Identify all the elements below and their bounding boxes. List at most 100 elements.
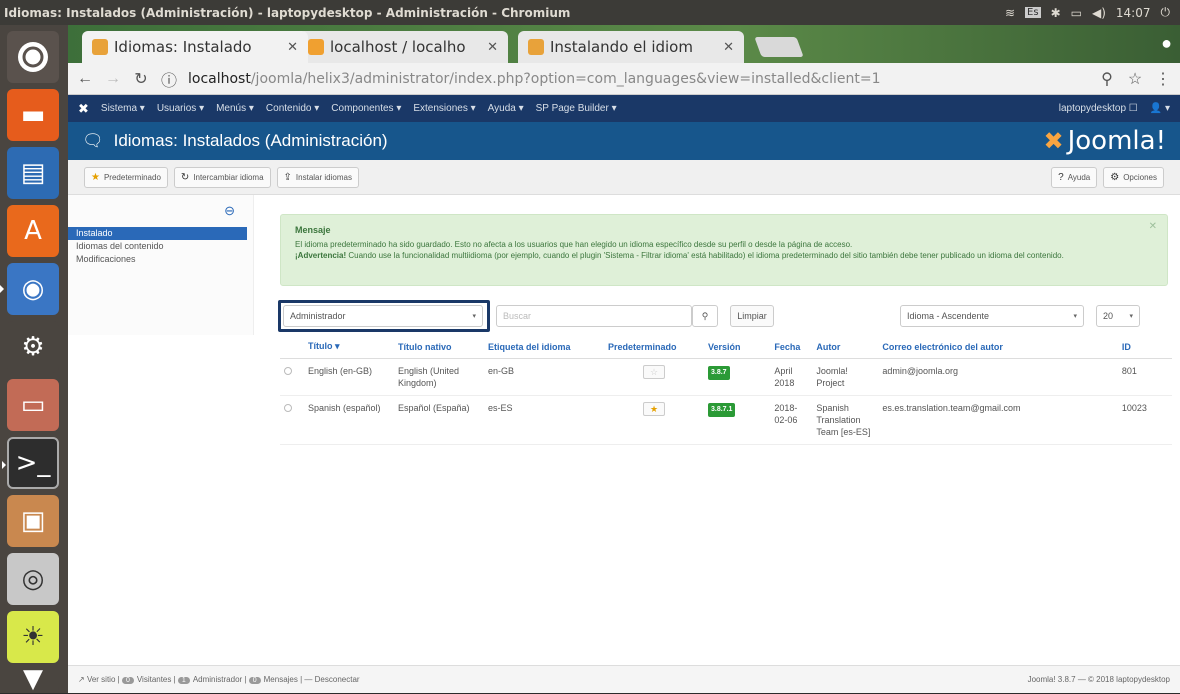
col-author-email[interactable]: Correo electrónico del autor: [878, 335, 1118, 359]
sidebar-item-installed[interactable]: Instalado: [68, 227, 247, 240]
software-center-icon[interactable]: A: [7, 205, 59, 257]
col-default[interactable]: Predeterminado: [604, 335, 704, 359]
search-input[interactable]: Buscar: [496, 305, 692, 327]
browser-window: Idiomas: Instalado ✕ localhost / localho…: [68, 25, 1180, 693]
view-site-link[interactable]: ↗ Ver sitio: [78, 675, 115, 684]
logout-link[interactable]: — Desconectar: [304, 675, 359, 684]
settings-icon[interactable]: ⚙: [7, 321, 59, 373]
volume-icon[interactable]: ◀): [1092, 6, 1106, 20]
menu-icon[interactable]: ⋮: [1154, 69, 1172, 89]
chromium-icon[interactable]: ◉: [0, 263, 59, 315]
tab-installing-language[interactable]: Instalando el idiom ✕: [518, 31, 744, 63]
visitors-link[interactable]: 0 Visitantes: [121, 675, 171, 684]
nav-content[interactable]: Contenido ▾: [266, 103, 319, 114]
cell-email: admin@joomla.org: [878, 358, 1118, 396]
trash-icon[interactable]: ▼: [7, 664, 59, 694]
bookmark-star-icon[interactable]: ☆: [1126, 69, 1144, 89]
cell-tag: en-GB: [484, 358, 604, 396]
cell-native: Español (España): [394, 395, 484, 445]
options-button[interactable]: ⚙ Opciones: [1103, 166, 1164, 188]
chevron-down-icon: ▾: [1129, 313, 1133, 320]
back-icon[interactable]: ←: [76, 70, 94, 88]
info-icon[interactable]: ⓘ: [160, 67, 178, 91]
switch-language-button[interactable]: ↻ Intercambiar idioma: [173, 166, 271, 188]
messages-label: Mensajes: [263, 675, 298, 684]
brightness-icon[interactable]: ☀: [7, 611, 59, 663]
window-title: Idiomas: Instalados (Administración) - l…: [4, 5, 571, 20]
admins-link[interactable]: 1 Administrador: [177, 675, 242, 684]
col-title[interactable]: Título ▾: [304, 335, 394, 359]
clear-button[interactable]: Limpiar: [730, 305, 774, 327]
sidebar-toggle-icon[interactable]: ⊖: [224, 203, 235, 219]
sidebar-item-content-languages[interactable]: Idiomas del contenido: [76, 240, 247, 253]
install-languages-button[interactable]: ⇪ Instalar idiomas: [276, 166, 359, 188]
address-bar[interactable]: localhost/joomla/helix3/administrator/in…: [188, 67, 1088, 91]
address-host: localhost: [188, 70, 251, 87]
keyboard-icon[interactable]: Es: [1025, 7, 1041, 18]
nav-users[interactable]: Usuarios ▾: [157, 103, 204, 114]
reload-icon[interactable]: ↻: [132, 69, 150, 89]
col-version[interactable]: Versión: [704, 335, 771, 359]
upload-icon: ⇪: [283, 171, 292, 183]
search-placeholder: Buscar: [503, 311, 532, 321]
close-tab-icon[interactable]: ✕: [715, 40, 734, 55]
close-tab-icon[interactable]: ✕: [479, 40, 498, 55]
terminal-icon[interactable]: >_: [2, 437, 59, 489]
sidebar-item-overrides[interactable]: Modificaciones: [76, 253, 247, 266]
col-native-title[interactable]: Título nativo: [394, 335, 484, 359]
power-icon[interactable]: ⏻: [1161, 5, 1171, 20]
nav-help[interactable]: Ayuda ▾: [488, 103, 524, 114]
row-radio[interactable]: [284, 404, 292, 412]
address-path: /joomla/helix3/administrator/index.php?o…: [250, 70, 881, 87]
search-button[interactable]: ⚲: [692, 305, 718, 327]
camera-icon[interactable]: ◎: [7, 553, 59, 605]
nav-menus[interactable]: Menús ▾: [216, 103, 254, 114]
row-radio[interactable]: [284, 367, 292, 375]
package-icon[interactable]: ▣: [7, 495, 59, 547]
gear-icon: ⚙: [1110, 171, 1120, 183]
default-star-toggle[interactable]: ☆: [643, 365, 665, 379]
default-star-toggle[interactable]: ★: [643, 402, 665, 416]
client-select[interactable]: Administrador ▾: [283, 305, 483, 327]
archive-icon[interactable]: ▭: [7, 379, 59, 431]
tab-strip: Idiomas: Instalado ✕ localhost / localho…: [68, 25, 1180, 63]
help-button[interactable]: ? Ayuda: [1051, 166, 1098, 188]
limit-select[interactable]: 20 ▾: [1096, 305, 1140, 327]
writer-icon[interactable]: ▤: [7, 147, 59, 199]
status-bar: ↗ Ver sitio | 0 Visitantes | 1 Administrad…: [68, 665, 1180, 693]
col-date[interactable]: Fecha: [770, 335, 813, 359]
close-tab-icon[interactable]: ✕: [279, 40, 298, 55]
messages-link[interactable]: 0 Mensajes: [248, 675, 298, 684]
submenu-sidebar: ⊖ Instalado Idiomas del contenido Modifi…: [68, 195, 254, 335]
bluetooth-icon[interactable]: ✱: [1051, 6, 1061, 20]
nav-sp-page-builder[interactable]: SP Page Builder ▾: [536, 103, 617, 114]
clock[interactable]: 14:07: [1116, 6, 1151, 20]
nav-system[interactable]: Sistema ▾: [101, 103, 145, 114]
user-menu[interactable]: 👤 ▾: [1150, 103, 1170, 114]
battery-icon[interactable]: ▭: [1071, 6, 1082, 20]
zoom-icon[interactable]: ⚲: [1098, 69, 1116, 89]
files-icon[interactable]: ▬: [7, 89, 59, 141]
col-id[interactable]: ID: [1117, 335, 1172, 359]
clear-label: Limpiar: [737, 311, 767, 321]
site-link[interactable]: laptopydesktop ☐: [1059, 103, 1138, 114]
cell-default: ★: [604, 395, 704, 445]
nav-extensions[interactable]: Extensiones ▾: [413, 103, 475, 114]
joomla-menu-logo-icon[interactable]: ✖: [78, 101, 89, 117]
forward-icon[interactable]: →: [104, 70, 122, 88]
ordering-select[interactable]: Idioma - Ascendente ▾: [900, 305, 1084, 327]
new-tab-button[interactable]: [754, 37, 804, 57]
nav-components[interactable]: Componentes ▾: [331, 103, 401, 114]
question-icon: ?: [1058, 171, 1064, 183]
col-author[interactable]: Autor: [812, 335, 879, 359]
profile-icon[interactable]: ●: [1161, 33, 1172, 54]
table-row: Spanish (español) Español (España) es-ES…: [280, 395, 1172, 445]
default-button[interactable]: ★ Predeterminado: [84, 166, 168, 188]
filter-bar: Administrador ▾ Buscar ⚲ Limpiar Idioma -…: [278, 300, 1173, 332]
tab-phpmyadmin[interactable]: localhost / localho ✕: [298, 31, 508, 63]
tab-languages[interactable]: Idiomas: Instalado ✕: [82, 31, 308, 63]
close-icon[interactable]: ✕: [1149, 221, 1157, 232]
wifi-icon[interactable]: ≋: [1005, 6, 1015, 20]
col-tag[interactable]: Etiqueta del idioma: [484, 335, 604, 359]
ubuntu-dash-icon[interactable]: [7, 31, 59, 83]
